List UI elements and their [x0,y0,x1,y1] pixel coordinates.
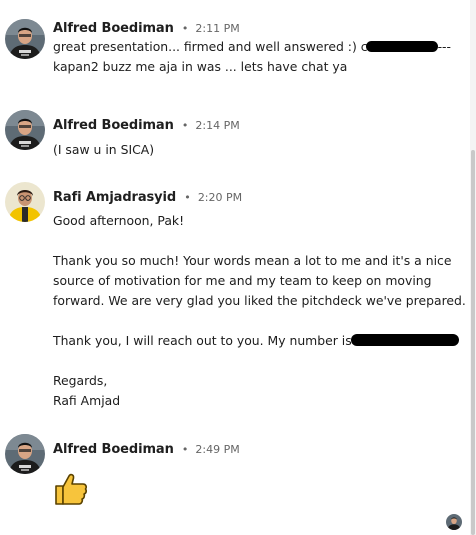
message-body: great presentation... firmed and well an… [53,37,451,77]
scrollbar[interactable] [470,0,476,535]
message-text-tail: --- [437,39,451,54]
message-thread: Alfred Boediman • 2:11 PM great presenta… [0,0,470,535]
message-header: Alfred Boediman • 2:49 PM [53,438,240,458]
message-line: kapan2 buzz me aja in was ... lets have … [53,59,348,74]
read-receipt-avatar [446,514,462,530]
message-body: (I saw u in SICA) [53,140,154,160]
sender-name[interactable]: Rafi Amjadrasyid [53,190,176,205]
separator-dot: • [181,22,189,35]
separator-dot: • [181,443,189,456]
avatar-alfred-boediman[interactable] [5,434,45,474]
message-line: Regards, [53,373,108,388]
message-body: Good afternoon, Pak! Thank you so much! … [53,211,466,411]
message-line: Thank you so much! Your words mean a lot… [53,253,452,268]
message-line: Good afternoon, Pak! [53,213,185,228]
sender-name[interactable]: Alfred Boediman [53,21,174,36]
message-line: Rafi Amjad [53,393,121,408]
message-line: source of motivation for me and my team … [53,273,432,288]
message-header: Rafi Amjadrasyid • 2:20 PM [53,186,242,206]
redaction-mark [365,41,438,52]
message-timestamp: 2:49 PM [195,443,240,456]
message-line: Thank you, I will reach out to you. My n… [53,331,466,351]
message-text: Thank you, I will reach out to you. My n… [53,333,352,348]
redaction-mark [350,334,459,346]
message-text: great presentation... firmed and well an… [53,39,368,54]
message-timestamp: 2:11 PM [195,22,240,35]
message-header: Alfred Boediman • 2:14 PM [53,114,240,134]
message-line: forward. We are very glad you liked the … [53,293,466,308]
sender-name[interactable]: Alfred Boediman [53,442,174,457]
sender-name[interactable]: Alfred Boediman [53,118,174,133]
avatar-alfred-boediman[interactable] [5,19,45,59]
message-header: Alfred Boediman • 2:11 PM [53,17,240,37]
avatar-rafi-amjadrasyid[interactable] [5,182,45,222]
avatar-alfred-boediman[interactable] [5,110,45,150]
separator-dot: • [181,119,189,132]
message-line: (I saw u in SICA) [53,142,155,157]
message-line: great presentation... firmed and well an… [53,37,451,57]
message-timestamp: 2:20 PM [197,191,243,204]
message-timestamp: 2:14 PM [195,119,240,132]
scrollbar-thumb[interactable] [471,150,475,535]
thumbs-up-icon [53,472,89,510]
separator-dot: • [184,191,191,204]
